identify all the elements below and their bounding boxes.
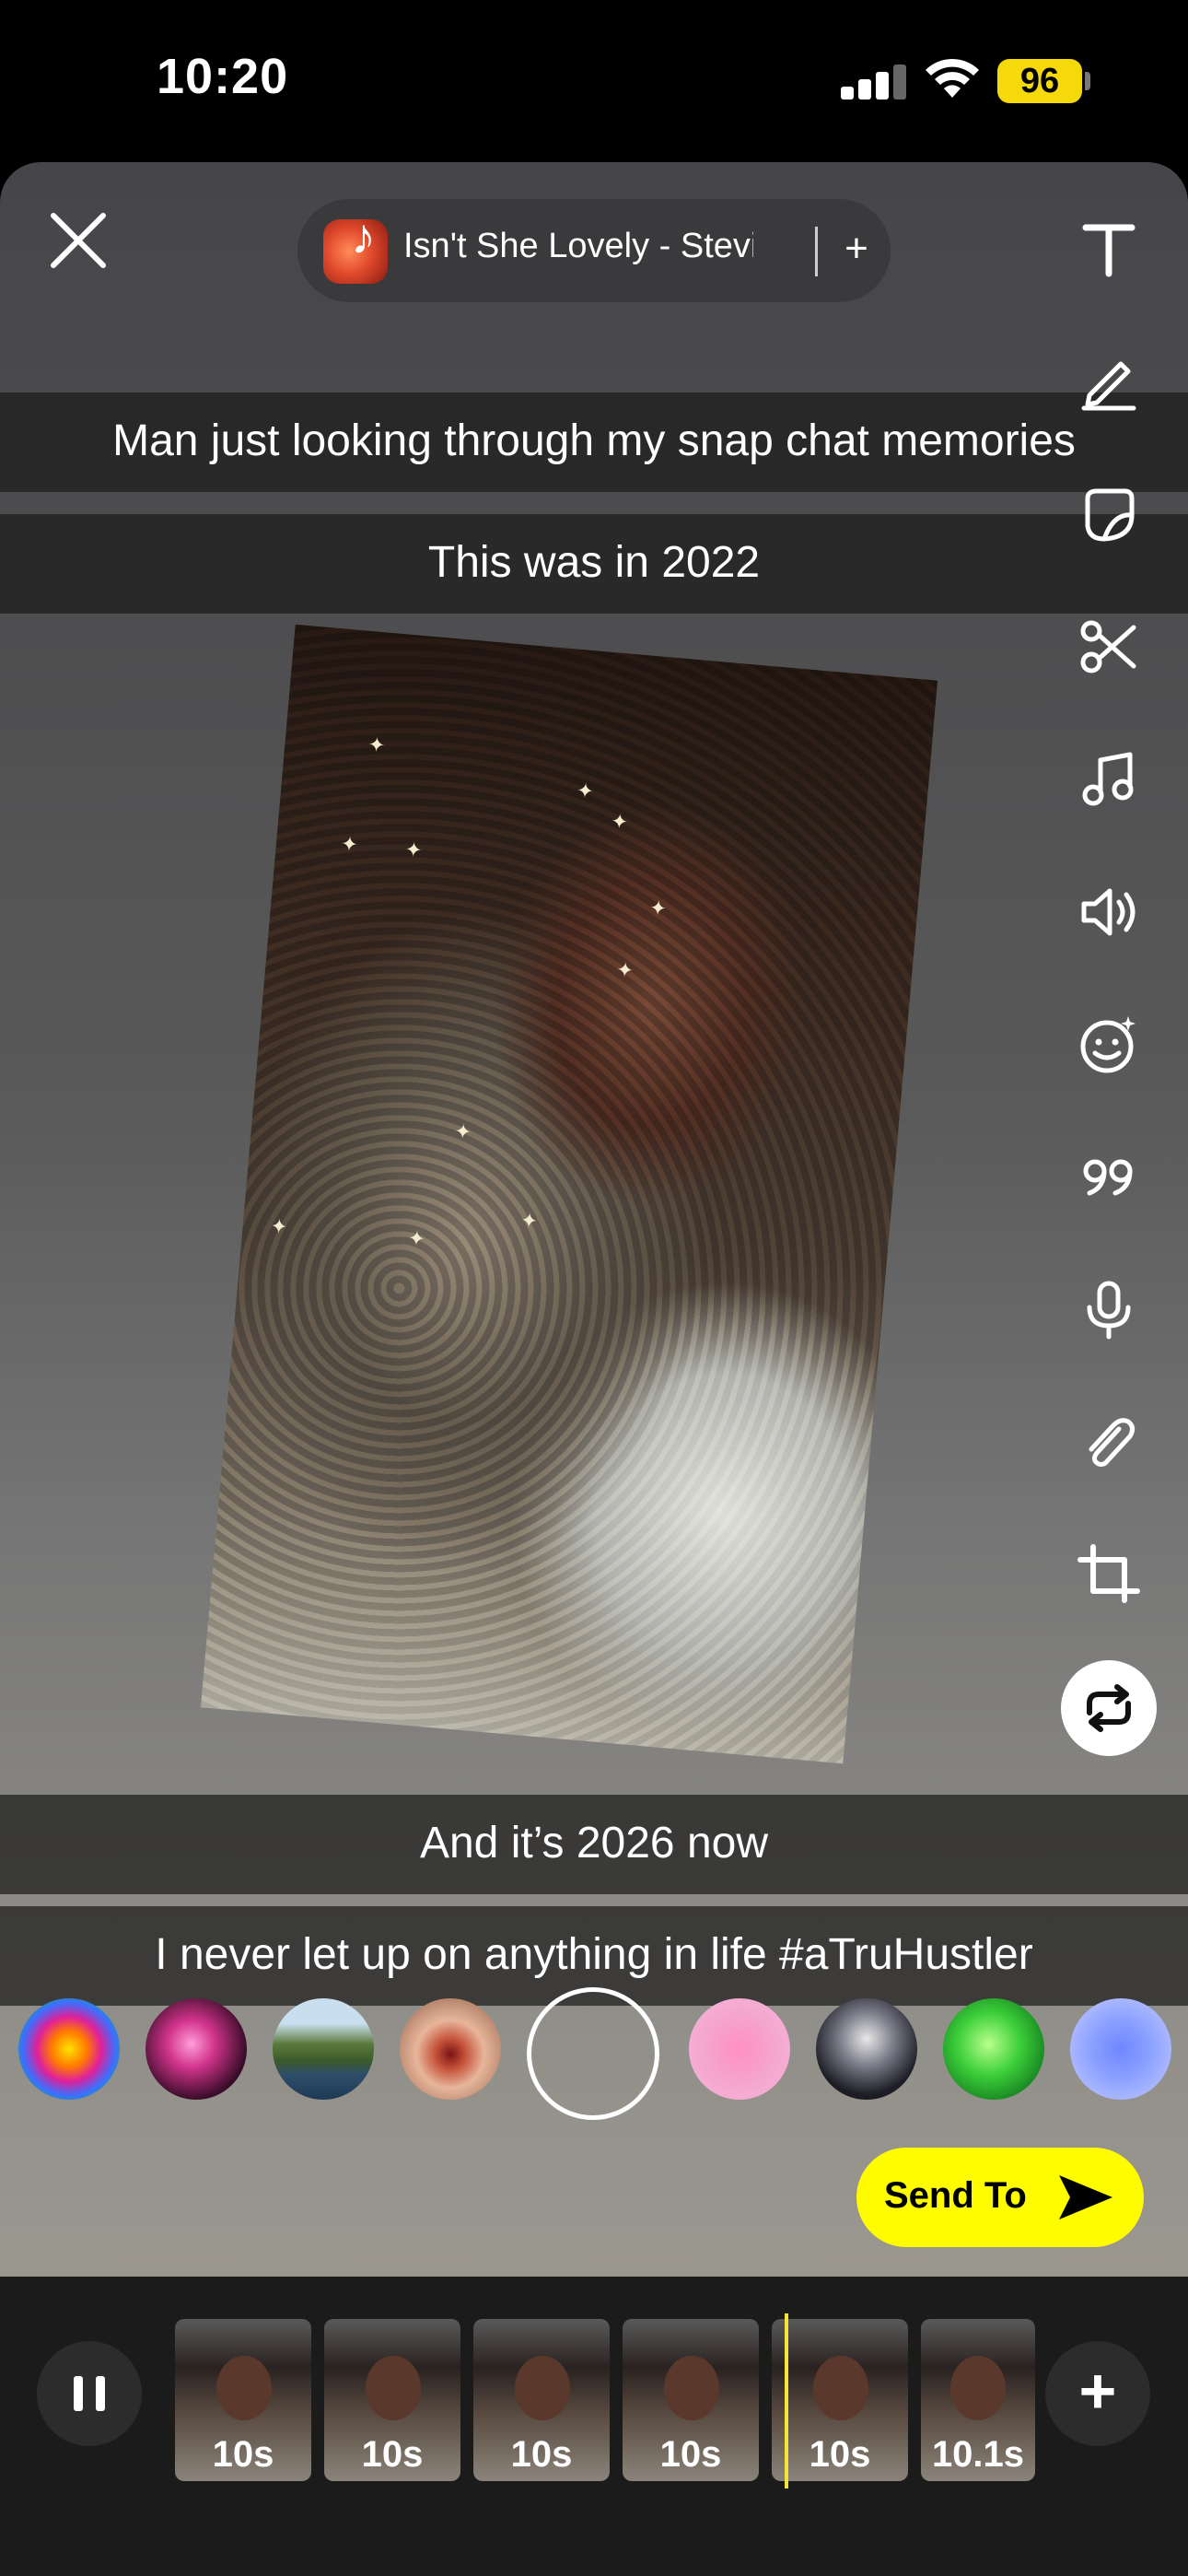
sparkle-icon: ✦ [269,1213,289,1239]
timeline-clip[interactable]: 10s [175,2319,311,2481]
face-lens[interactable] [400,1998,501,2100]
add-clip-button[interactable]: + [1045,2341,1150,2446]
scissors-tool-button[interactable] [1066,604,1151,689]
timeline-clip[interactable]: 10.1s [921,2319,1035,2481]
cellular-signal-icon [841,63,906,100]
sparkle-icon: ✦ [367,732,387,757]
clip-timeline: 10s 10s 10s 10s 10s 10.1s + [0,2277,1188,2576]
caption-2[interactable]: This was in 2022 [0,514,1188,614]
media-texture [200,624,938,1764]
battery-indicator: 96 [997,59,1082,103]
music-tool-button[interactable] [1066,737,1151,822]
sparkle-icon: ✦ [453,1118,472,1144]
crop-tool-button[interactable] [1066,1533,1151,1618]
quote-tool-button[interactable] [1066,1135,1151,1220]
text-tool-button[interactable] [1066,206,1151,291]
crop-icon [1077,1544,1140,1603]
sound-icon [1081,888,1136,936]
clip-duration: 10s [809,2434,871,2475]
text-icon [1082,224,1136,277]
sparkle-icon: ✦ [576,779,595,803]
sparkle-icon: ✦ [340,832,359,857]
sparkle-icon: ✦ [407,1225,426,1251]
draw-icon [1081,361,1136,411]
quote-icon [1083,1159,1133,1196]
voiceover-tool-button[interactable] [1066,1268,1151,1352]
capture-ring[interactable] [527,1987,659,2120]
draw-tool-button[interactable] [1066,339,1151,424]
status-time: 10:20 [157,49,289,104]
send-arrow-icon [1059,2175,1112,2219]
pause-button[interactable] [37,2341,142,2446]
timeline-clip[interactable]: 10s [772,2319,908,2481]
music-icon [1082,752,1134,806]
caption-3[interactable]: And it’s 2026 now [0,1795,1188,1894]
mic-icon [1087,1281,1131,1340]
cowboy-hat-lens[interactable] [816,1998,917,2100]
add-music-button[interactable]: + [833,219,879,278]
clip-thumbnail [813,2356,868,2420]
battery-nub [1085,72,1090,90]
clip-thumbnail [664,2356,719,2420]
sparkle-icon: ✦ [403,837,424,862]
pink-glow-lens[interactable] [689,1998,790,2100]
music-selector[interactable]: Isn't She Lovely - Stevie... + [297,199,891,302]
attach-icon [1089,1418,1136,1467]
clip-thumbnail [366,2356,421,2420]
send-to-label: Send To [884,2175,1027,2216]
music-divider [815,227,818,276]
music-album-art [323,208,388,284]
lens-tool-button[interactable] [1066,1002,1151,1087]
clip-thumbnail [950,2356,1006,2420]
scissors-icon [1080,620,1136,673]
sound-tool-button[interactable] [1066,870,1151,954]
sticker-icon [1085,488,1135,542]
attach-tool-button[interactable] [1066,1400,1151,1485]
lens-icon [1080,1016,1136,1073]
lens-carousel [0,1987,1188,2120]
pause-icon [74,2376,83,2411]
sparkle-icon: ✦ [610,809,629,834]
timeline-clip[interactable]: 10s [623,2319,759,2481]
snap-editor: Isn't She Lovely - Stevie... + ✦ ✦ ✦ ✦ ✦… [0,162,1188,2277]
sparkle-icon: ✦ [519,1208,539,1234]
sparkle-icon: ✦ [615,957,635,983]
playhead[interactable] [785,2313,788,2488]
snap-media[interactable]: ✦ ✦ ✦ ✦ ✦ ✦ ✦ ✦ ✦ ✦ ✦ [200,624,938,1764]
neon-heart-lens[interactable] [146,1998,247,2100]
close-icon[interactable] [46,208,111,273]
pause-icon [96,2376,105,2411]
clip-thumbnail [515,2356,570,2420]
timeline-clip[interactable]: 10s [473,2319,610,2481]
loop-icon [1087,1684,1131,1732]
caption-1[interactable]: Man just looking through my snap chat me… [0,392,1188,492]
music-title: Isn't She Lovely - Stevie... [403,227,753,265]
extra-gum-lens[interactable] [943,1998,1044,2100]
clip-duration: 10s [510,2434,573,2475]
rainbow-mandala-lens[interactable] [18,1998,120,2100]
timeline-clip[interactable]: 10s [324,2319,460,2481]
blue-portal-lens[interactable] [1070,1998,1171,2100]
wifi-icon [926,58,979,98]
clip-duration: 10s [212,2434,274,2475]
send-to-button[interactable]: Send To [856,2148,1144,2247]
status-bar: 10:20 96 [0,0,1188,161]
clip-thumbnail [216,2356,272,2420]
clip-duration: 10s [659,2434,722,2475]
sparkle-icon: ✦ [648,896,668,920]
sticker-tool-button[interactable] [1066,472,1151,556]
clip-duration: 10.1s [931,2434,1025,2475]
loop-tool-button[interactable] [1061,1660,1157,1756]
island-lens[interactable] [273,1998,374,2100]
clip-duration: 10s [361,2434,424,2475]
